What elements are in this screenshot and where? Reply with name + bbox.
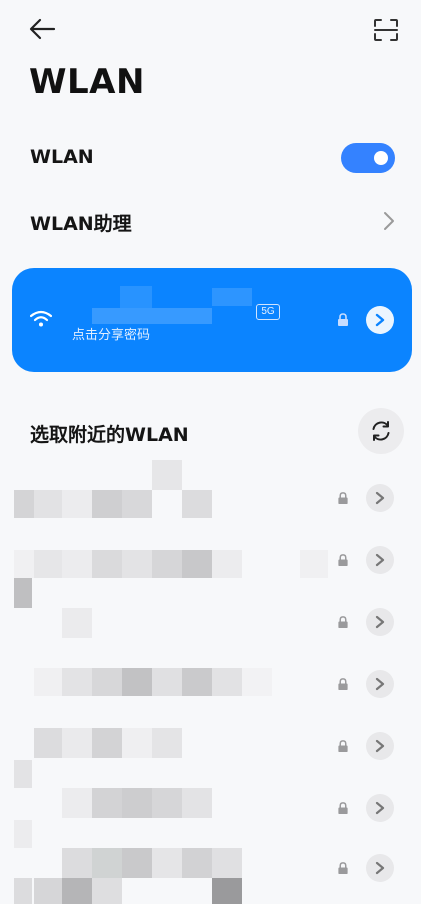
- nearby-network-row[interactable]: [0, 720, 421, 788]
- chevron-right-icon: [375, 739, 385, 753]
- network-details-button[interactable]: [366, 670, 394, 698]
- lock-icon: [338, 740, 348, 752]
- back-button[interactable]: [24, 14, 60, 44]
- network-details-button[interactable]: [366, 854, 394, 882]
- lock-icon: [338, 554, 348, 566]
- connected-network-card[interactable]: [12, 268, 412, 372]
- lock-icon: [338, 313, 348, 326]
- chevron-right-icon: [375, 553, 385, 567]
- chevron-right-icon[interactable]: [381, 210, 397, 232]
- page-title: WLAN: [29, 62, 145, 102]
- arrow-left-icon: [29, 18, 56, 40]
- chevron-right-icon: [375, 491, 385, 505]
- lock-icon: [338, 492, 348, 504]
- chevron-right-icon: [375, 313, 385, 327]
- chevron-right-icon: [375, 801, 385, 815]
- network-details-button[interactable]: [366, 732, 394, 760]
- chevron-right-icon: [375, 861, 385, 875]
- network-details-button[interactable]: [366, 794, 394, 822]
- network-details-button[interactable]: [366, 608, 394, 636]
- refresh-button[interactable]: [358, 408, 404, 454]
- nearby-network-row[interactable]: [0, 660, 421, 700]
- refresh-icon: [372, 421, 390, 441]
- wlan-toggle[interactable]: [341, 143, 395, 173]
- wlan-toggle-label: WLAN: [30, 146, 94, 168]
- nearby-network-row[interactable]: [0, 540, 421, 608]
- lock-icon: [338, 862, 348, 874]
- nearby-network-row[interactable]: [0, 600, 421, 640]
- toggle-knob: [374, 151, 388, 165]
- share-password-label: 点击分享密码: [72, 328, 151, 343]
- lock-icon: [338, 616, 348, 628]
- nearby-network-row[interactable]: [0, 840, 421, 904]
- network-details-button[interactable]: [366, 306, 394, 334]
- scan-button[interactable]: [368, 14, 404, 46]
- lock-icon: [338, 802, 348, 814]
- network-details-button[interactable]: [366, 484, 394, 512]
- band-badge: 5G: [256, 304, 280, 320]
- network-details-button[interactable]: [366, 546, 394, 574]
- lock-icon: [338, 678, 348, 690]
- scan-icon: [374, 19, 398, 41]
- wifi-icon: [30, 310, 52, 327]
- wlan-assistant-label[interactable]: WLAN助理: [30, 209, 132, 236]
- chevron-right-icon: [375, 677, 385, 691]
- nearby-network-row[interactable]: [0, 780, 421, 848]
- nearby-network-row[interactable]: [0, 460, 421, 520]
- nearby-section-title: 选取附近的WLAN: [30, 424, 189, 446]
- chevron-right-icon: [375, 615, 385, 629]
